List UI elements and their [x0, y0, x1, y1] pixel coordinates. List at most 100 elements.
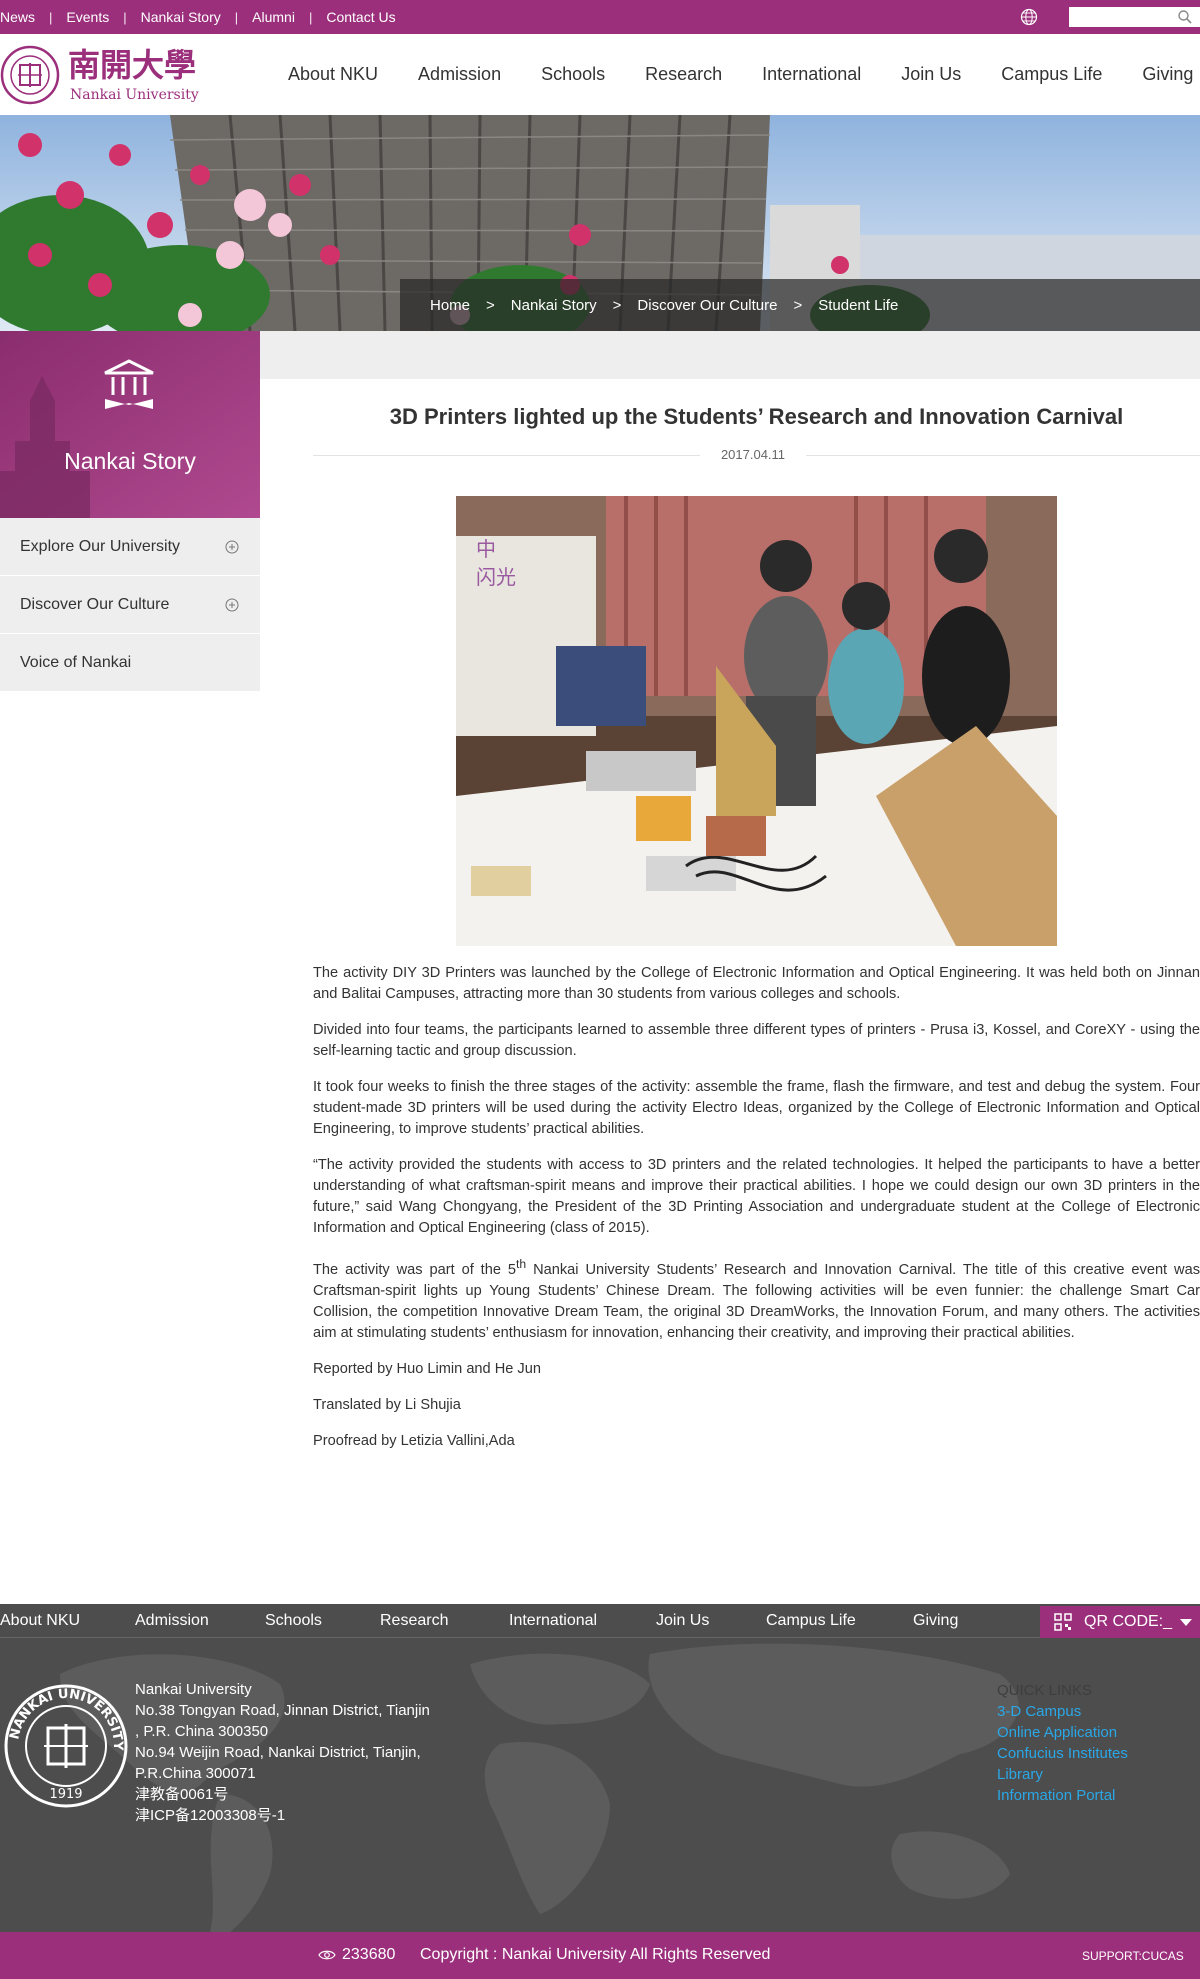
nav-about-nku[interactable]: About NKU: [288, 64, 378, 85]
footer-nav-research[interactable]: Research: [380, 1612, 448, 1630]
address-line: Nankai University: [135, 1681, 252, 1698]
address-line: 津ICP备12003308号-1: [135, 1807, 286, 1824]
article-paragraph: Divided into four teams, the participant…: [313, 1022, 1200, 1059]
quick-link-information-portal[interactable]: Information Portal: [997, 1785, 1128, 1806]
separator: |: [123, 9, 127, 25]
footer-address: Nankai University No.38 Tongyan Road, Ji…: [135, 1679, 430, 1826]
plus-circle-icon[interactable]: [225, 540, 239, 554]
svg-text:1919: 1919: [49, 1787, 82, 1802]
top-link-events[interactable]: Events: [66, 9, 109, 25]
sidebar-item-explore-university[interactable]: Explore Our University: [0, 518, 260, 576]
svg-text:闪光: 闪光: [476, 565, 516, 589]
bottom-bar: 233680 Copyright : Nankai University All…: [0, 1932, 1200, 1979]
footer-nav-giving[interactable]: Giving: [913, 1612, 958, 1630]
main-nav: About NKU Admission Schools Research Int…: [272, 34, 1200, 115]
view-count: 233680: [342, 1946, 396, 1963]
ordinal-suffix: th: [516, 1257, 527, 1271]
article-paragraph: The activity DIY 3D Printers was launche…: [313, 965, 1200, 1002]
globe-icon[interactable]: [1020, 8, 1038, 26]
breadcrumb-nankai-story[interactable]: Nankai Story: [511, 297, 597, 314]
svg-text:中: 中: [476, 537, 496, 561]
sidebar-item-label: Voice of Nankai: [20, 653, 132, 671]
breadcrumb: Home > Nankai Story > Discover Our Cultu…: [400, 279, 1200, 331]
nav-campus-life[interactable]: Campus Life: [1001, 64, 1102, 85]
sidebar-item-label: Explore Our University: [20, 537, 181, 555]
eye-icon: [318, 1950, 336, 1960]
paragraph-text: The activity was part of the 5: [313, 1261, 517, 1278]
separator: |: [308, 9, 313, 25]
nav-join-us[interactable]: Join Us: [901, 64, 961, 85]
breadcrumb-separator: >: [612, 296, 622, 314]
quick-link-online-application[interactable]: Online Application: [997, 1722, 1128, 1743]
page-banner: Home > Nankai Story > Discover Our Cultu…: [0, 115, 1200, 331]
nav-schools[interactable]: Schools: [541, 64, 605, 85]
top-links: News | Events | Nankai Story | Alumni | …: [0, 0, 396, 34]
nankai-logo[interactable]: 南開大學 Nankai University: [0, 44, 215, 106]
top-link-news[interactable]: News: [0, 9, 35, 25]
nav-research[interactable]: Research: [645, 64, 722, 85]
sidebar-title: Nankai Story: [64, 448, 196, 474]
footer-nav-admission[interactable]: Admission: [135, 1612, 209, 1630]
footer-nav-join-us[interactable]: Join Us: [656, 1612, 709, 1630]
footer-nav: About NKU Admission Schools Research Int…: [0, 1604, 1200, 1638]
top-link-nankai-story[interactable]: Nankai Story: [141, 9, 221, 25]
content-top-bar: [260, 331, 1200, 379]
breadcrumb-separator: >: [793, 296, 803, 314]
search-icon[interactable]: [1177, 9, 1193, 25]
footer-nav-campus-life[interactable]: Campus Life: [766, 1612, 856, 1630]
qr-code-dropdown[interactable]: QR CODE:_: [1040, 1606, 1200, 1638]
plus-circle-icon[interactable]: [225, 598, 239, 612]
address-line: No.38 Tongyan Road, Jinnan District, Tia…: [135, 1702, 430, 1719]
sidebar-item-label: Discover Our Culture: [20, 595, 170, 613]
quick-link-library[interactable]: Library: [997, 1764, 1128, 1785]
sidebar-menu: Explore Our University Discover Our Cult…: [0, 518, 260, 692]
copyright-text: Copyright : Nankai University All Rights…: [420, 1946, 771, 1963]
sidebar-header: Nankai Story: [0, 331, 260, 518]
quick-links: QUICK LINKS 3-D Campus Online Applicatio…: [997, 1680, 1128, 1806]
qr-code-label: QR CODE:_: [1084, 1613, 1173, 1630]
sidebar-item-voice-of-nankai[interactable]: Voice of Nankai: [0, 634, 260, 692]
article-body: The activity DIY 3D Printers was launche…: [313, 963, 1200, 1467]
article-paragraph: The activity was part of the 5th Nankai …: [313, 1254, 1200, 1344]
article-paragraph: “The activity provided the students with…: [313, 1157, 1200, 1236]
site-footer: About NKU Admission Schools Research Int…: [0, 1604, 1200, 1932]
breadcrumb-discover-culture[interactable]: Discover Our Culture: [637, 297, 777, 314]
site-header: 南開大學 Nankai University About NKU Admissi…: [0, 34, 1200, 115]
credit-translated-by: Translated by Li Shujia: [313, 1396, 461, 1413]
address-line: No.94 Weijin Road, Nankai District, Tian…: [135, 1744, 421, 1761]
breadcrumb-separator: >: [486, 296, 495, 314]
quick-links-title: QUICK LINKS: [997, 1682, 1093, 1699]
qr-code-icon: [1054, 1613, 1072, 1631]
footer-nav-about-nku[interactable]: About NKU: [0, 1612, 80, 1630]
nav-giving[interactable]: Giving: [1142, 64, 1193, 85]
sidebar-item-discover-culture[interactable]: Discover Our Culture: [0, 576, 260, 634]
quick-link-3d-campus[interactable]: 3-D Campus: [997, 1701, 1128, 1722]
footer-nav-international[interactable]: International: [509, 1612, 597, 1630]
article-title: 3D Printers lighted up the Students’ Res…: [389, 404, 1124, 429]
separator: |: [234, 9, 239, 25]
museum-icon: [104, 359, 154, 409]
credit-proofread-by: Proofread by Letizia Vallini,Ada: [313, 1432, 515, 1449]
top-link-contact-us[interactable]: Contact Us: [326, 9, 395, 25]
address-line: P.R.China 300071: [135, 1765, 256, 1782]
article-date: 2017.04.11: [700, 447, 806, 462]
address-line: 津教备0061号: [135, 1786, 229, 1803]
support-credit[interactable]: SUPPORT:CUCAS: [1082, 1949, 1184, 1963]
separator: |: [49, 9, 53, 25]
top-link-alumni[interactable]: Alumni: [252, 9, 295, 25]
nav-admission[interactable]: Admission: [418, 64, 501, 85]
address-line: , P.R. China 300350: [135, 1723, 269, 1740]
credit-reported-by: Reported by Huo Limin and He Jun: [313, 1360, 541, 1377]
svg-text:南開大學: 南開大學: [68, 46, 196, 84]
svg-text:Nankai University: Nankai University: [70, 87, 199, 103]
article-paragraph: It took four weeks to finish the three s…: [313, 1079, 1200, 1137]
nav-international[interactable]: International: [762, 64, 861, 85]
quick-link-confucius-institutes[interactable]: Confucius Institutes: [997, 1743, 1128, 1764]
footer-nav-schools[interactable]: Schools: [265, 1612, 322, 1630]
breadcrumb-home[interactable]: Home: [430, 297, 470, 314]
university-seal-icon: NANKAI UNIVERSITY 1919: [4, 1684, 128, 1808]
top-utility-bar: News | Events | Nankai Story | Alumni | …: [0, 0, 1200, 34]
chevron-down-icon: [1180, 1619, 1192, 1626]
breadcrumb-current: Student Life: [818, 296, 899, 314]
article-photo: 中 闪光: [456, 496, 1057, 946]
